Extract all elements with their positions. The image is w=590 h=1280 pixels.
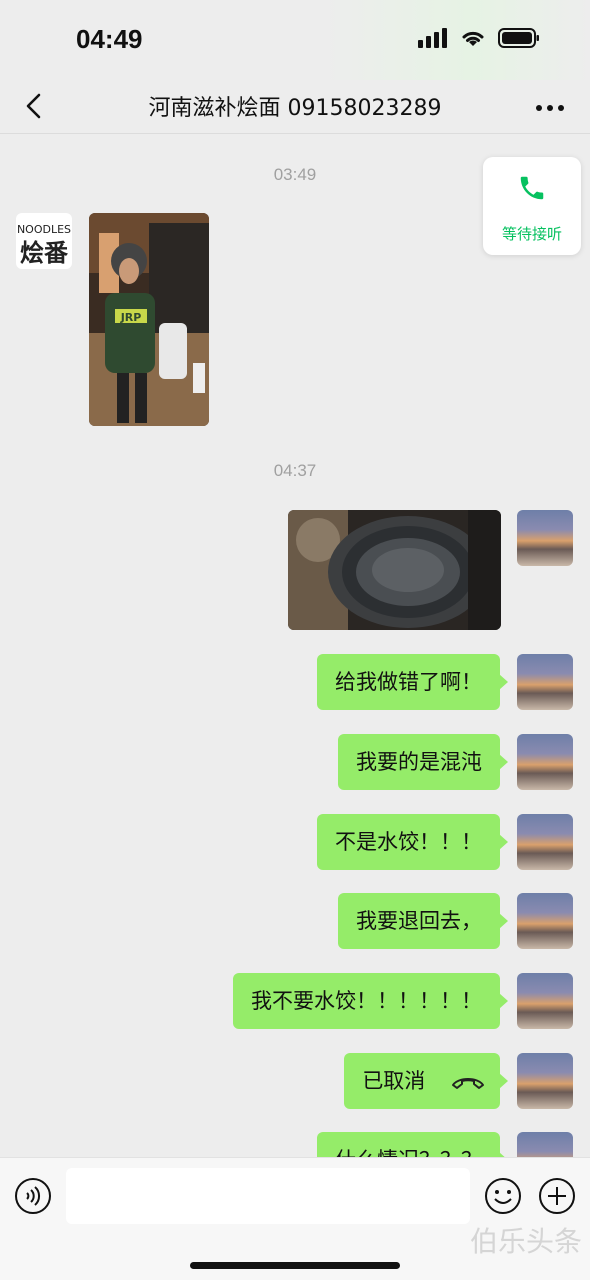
chevron-left-icon [26, 93, 41, 119]
my-avatar[interactable] [517, 814, 573, 870]
chat-title: 河南滋补烩面 09158023289 [148, 96, 442, 121]
back-button[interactable] [14, 86, 54, 126]
svg-text:NOODLES: NOODLES [17, 223, 71, 236]
dumpling-container-image [288, 510, 501, 630]
voice-icon [15, 1178, 51, 1214]
message-input[interactable] [66, 1168, 470, 1224]
call-waiting-widget[interactable]: 等待接听 [483, 157, 581, 255]
call-waiting-label: 等待接听 [501, 225, 562, 243]
wifi-icon [460, 28, 486, 52]
status-icons [418, 28, 540, 52]
noodles-logo: NOODLES 烩番 [17, 223, 71, 267]
chat-area[interactable]: 03:49 NOODLES 烩番 JRP 04:37 给我做错了啊！ 我要的是混… [0, 135, 590, 1157]
call-status-text: 已取消 [362, 1069, 426, 1093]
phone-icon [520, 176, 544, 200]
my-avatar[interactable] [517, 973, 573, 1029]
delivery-person-image: JRP [89, 213, 209, 426]
my-avatar[interactable] [517, 734, 573, 790]
more-button[interactable] [528, 88, 572, 128]
plus-icon [539, 1178, 575, 1214]
more-dots-icon [536, 105, 564, 111]
my-avatar[interactable] [517, 510, 573, 566]
outgoing-photo[interactable] [288, 510, 501, 630]
message-bubble[interactable]: 给我做错了啊！ [317, 654, 508, 710]
signal-icon [418, 28, 448, 52]
message-bubble[interactable]: 我要退回去， [338, 893, 508, 949]
call-cancelled-bubble[interactable]: 已取消 [344, 1053, 508, 1109]
my-avatar[interactable] [517, 1053, 573, 1109]
emoji-icon [485, 1178, 521, 1214]
message-bubble[interactable]: 我不要水饺！！！！！！ [233, 973, 508, 1029]
watermark: 伯乐头条 [469, 1225, 582, 1258]
svg-text:JRP: JRP [120, 311, 142, 324]
home-indicator[interactable] [190, 1262, 400, 1269]
status-bar: 04:49 [0, 0, 590, 80]
message-bubble[interactable]: 不是水饺！！！ [317, 814, 508, 870]
battery-icon [498, 28, 540, 52]
message-bubble[interactable]: 什么情况？？？ [317, 1132, 508, 1157]
my-avatar[interactable] [517, 1132, 573, 1157]
timestamp: 04:37 [273, 461, 317, 480]
contact-avatar[interactable]: NOODLES 烩番 [16, 213, 72, 269]
emoji-button[interactable] [483, 1176, 523, 1216]
message-bubble[interactable]: 我要的是混沌 [338, 734, 508, 790]
my-avatar[interactable] [517, 893, 573, 949]
incoming-photo[interactable]: JRP [89, 213, 209, 426]
voice-button[interactable] [13, 1176, 53, 1216]
hangup-icon [452, 1078, 484, 1089]
nav-bar: 河南滋补烩面 09158023289 [0, 80, 590, 134]
add-button[interactable] [537, 1176, 577, 1216]
my-avatar[interactable] [517, 654, 573, 710]
svg-text:烩番: 烩番 [20, 239, 69, 267]
status-time: 04:49 [76, 24, 143, 54]
